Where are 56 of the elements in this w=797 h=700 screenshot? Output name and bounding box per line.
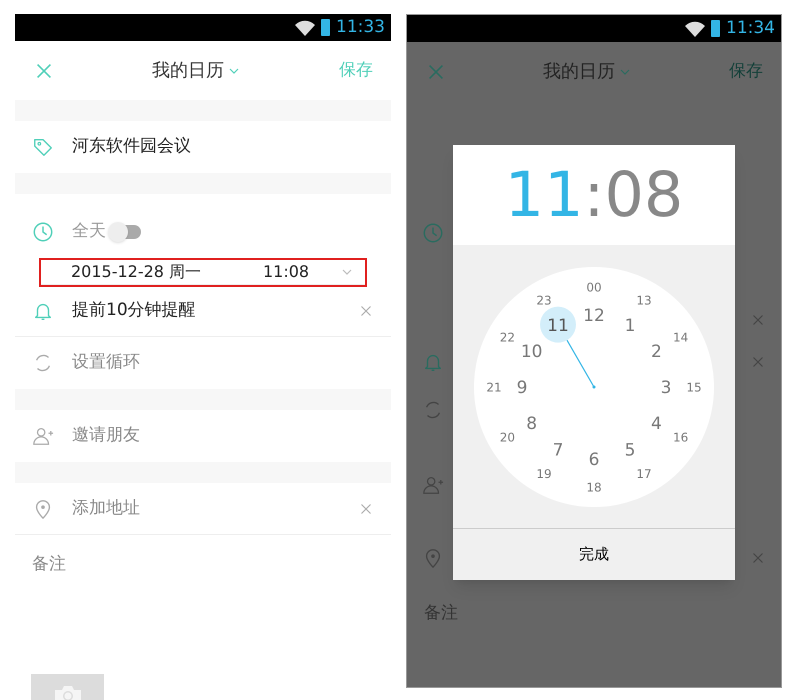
start-date: 2015-12-28 周一 xyxy=(71,261,202,283)
hour-number[interactable]: 22 xyxy=(500,330,516,344)
option-label[interactable]: 添加地址 xyxy=(72,496,339,522)
hour-number[interactable]: 14 xyxy=(672,330,688,344)
hour-number[interactable]: 11 xyxy=(547,316,569,336)
option-label[interactable]: 提前10分钟提醒 xyxy=(72,298,339,324)
hour-number[interactable]: 10 xyxy=(520,342,542,362)
hour-number[interactable]: 17 xyxy=(636,466,652,481)
hour-number[interactable]: 9 xyxy=(516,378,528,398)
hour-number[interactable]: 21 xyxy=(486,380,502,394)
camera-icon xyxy=(54,686,80,700)
calendar-title[interactable]: 我的日历 xyxy=(152,57,224,84)
time-separator: : xyxy=(584,164,604,226)
status-time: 11:34 xyxy=(726,16,775,40)
all-day-toggle[interactable] xyxy=(108,222,142,242)
option-label[interactable]: 邀请朋友 xyxy=(72,423,375,449)
hour-number[interactable]: 20 xyxy=(500,430,516,444)
clock-icon xyxy=(32,221,54,243)
tag-icon xyxy=(32,136,54,158)
start-time: 11:08 xyxy=(263,261,310,283)
clock-face[interactable] xyxy=(474,267,714,507)
hour-number[interactable]: 6 xyxy=(588,450,600,470)
hour-number[interactable]: 8 xyxy=(526,414,538,434)
option-label[interactable]: 设置循环 xyxy=(72,350,375,376)
calendar-title[interactable]: 我的日历 xyxy=(543,58,615,85)
hour-number[interactable]: 18 xyxy=(586,480,602,494)
hour-number[interactable]: 2 xyxy=(650,342,662,362)
all-day-label: 全天 xyxy=(72,220,106,244)
status-time: 11:33 xyxy=(336,16,385,39)
hour-number[interactable]: 13 xyxy=(636,294,652,308)
hour-display[interactable]: 11 xyxy=(504,164,584,226)
hour-number[interactable]: 5 xyxy=(624,440,636,460)
done-button[interactable]: 完成 xyxy=(453,529,735,580)
event-title[interactable]: 河东软件园会议 xyxy=(72,134,191,160)
clock-icon xyxy=(422,222,444,244)
clock-center-dot xyxy=(592,386,596,388)
hour-number[interactable]: 7 xyxy=(552,440,564,460)
wifi-icon xyxy=(685,20,705,36)
wifi-icon xyxy=(295,20,315,36)
clock-hand xyxy=(566,340,595,388)
hour-number[interactable]: 00 xyxy=(586,280,602,294)
add-photo-button[interactable] xyxy=(31,674,104,700)
notes-label[interactable]: 备注 xyxy=(32,552,66,578)
hour-number[interactable]: 12 xyxy=(583,306,605,326)
hour-number[interactable]: 15 xyxy=(686,380,702,394)
hour-number[interactable]: 3 xyxy=(660,378,672,398)
hour-number[interactable]: 23 xyxy=(536,294,552,308)
minute-display[interactable]: 08 xyxy=(604,164,684,226)
add-person-icon xyxy=(32,425,54,447)
hour-number[interactable]: 19 xyxy=(536,466,552,481)
battery-icon xyxy=(321,19,330,36)
hour-number[interactable]: 16 xyxy=(672,430,688,444)
battery-icon xyxy=(711,20,720,37)
hour-number[interactable]: 1 xyxy=(624,316,636,336)
hour-number[interactable]: 4 xyxy=(650,414,662,434)
date-time-row[interactable]: 2015-12-28 周一 11:08 xyxy=(41,260,365,285)
